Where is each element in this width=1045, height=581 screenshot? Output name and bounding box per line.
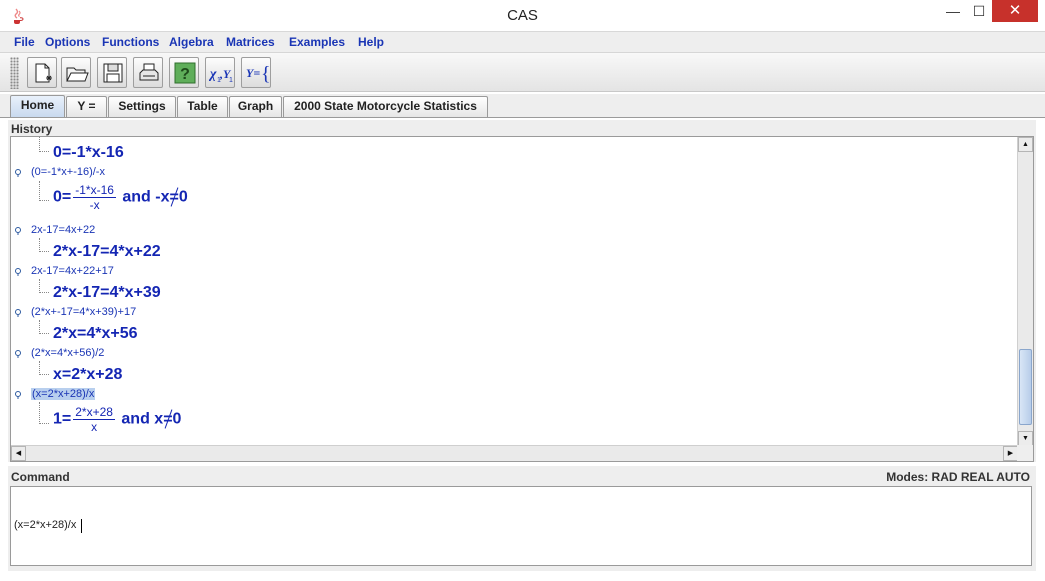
minimize-button[interactable]: —	[940, 0, 966, 22]
scroll-down-icon[interactable]: ▼	[1018, 431, 1033, 446]
history-result[interactable]: 0=-1*x-16	[53, 144, 124, 162]
tab-separator	[0, 117, 1045, 118]
tree-connector	[39, 181, 49, 201]
tab-home[interactable]: Home	[10, 95, 65, 118]
history-result[interactable]: x=2*x+28	[53, 366, 122, 384]
tree-node-icon[interactable]	[15, 169, 23, 177]
modes-status: Modes: RAD REAL AUTO	[886, 470, 1030, 484]
title-bar: CAS — ☐ ✕	[0, 0, 1045, 32]
svg-text:?: ?	[180, 66, 190, 83]
close-button[interactable]: ✕	[992, 0, 1038, 22]
history-panel: History 0=-1*x-16 (0=-1*x+-16)/-x 0= -1*x…	[8, 120, 1036, 462]
result-lhs: 1=	[53, 410, 72, 428]
history-command[interactable]: (2*x+-17=4*x+39)+17	[31, 306, 136, 318]
history-vertical-scrollbar[interactable]: ▲ ▼	[1017, 137, 1033, 446]
save-disk-icon	[103, 63, 123, 83]
command-label: Command	[11, 470, 70, 484]
result-condition: and -x	[117, 188, 170, 206]
menu-matrices[interactable]: Matrices	[226, 35, 275, 49]
result-zero: 0	[172, 410, 182, 428]
history-result-fraction[interactable]: 0= -1*x-16 -x and -x=0	[53, 183, 188, 212]
menu-file[interactable]: File	[14, 35, 35, 49]
open-button[interactable]	[61, 57, 91, 88]
menu-bar: File Options Functions Algebra Matrices …	[0, 32, 1045, 52]
scroll-left-icon[interactable]: ◀	[11, 446, 26, 461]
xy-points-button[interactable]: χ 1 ,Y 1	[205, 57, 235, 88]
svg-text:χ: χ	[209, 67, 217, 82]
history-command[interactable]: (0=-1*x+-16)/-x	[31, 166, 105, 178]
fraction: 2*x+28 x	[73, 405, 115, 434]
history-command-selected[interactable]: (x=2*x+28)/x	[31, 388, 96, 400]
svg-text:1: 1	[229, 77, 233, 84]
tree-node-icon[interactable]	[15, 268, 23, 276]
history-command[interactable]: 2x-17=4x+22+17	[31, 265, 114, 277]
tree-connector	[39, 279, 49, 293]
svg-text:Y=: Y=	[246, 66, 260, 80]
toolbar: ? χ 1 ,Y 1 Y= {	[0, 52, 1045, 92]
new-document-icon	[35, 63, 52, 83]
new-document-button[interactable]	[27, 57, 57, 88]
tree-node-icon[interactable]	[15, 350, 23, 358]
xy-points-icon: χ 1 ,Y 1	[209, 67, 233, 84]
history-command[interactable]: 2x-17=4x+22	[31, 224, 95, 236]
history-label: History	[11, 122, 53, 136]
maximize-button[interactable]: ☐	[966, 0, 992, 22]
svg-text:{: {	[261, 63, 269, 85]
tab-y-equals[interactable]: Y =	[66, 96, 107, 117]
history-result-fraction[interactable]: 1= 2*x+28 x and x=0	[53, 405, 181, 434]
print-icon	[139, 63, 159, 81]
command-input[interactable]	[14, 519, 156, 531]
tree-connector	[39, 238, 49, 252]
window-title: CAS	[507, 7, 538, 24]
scroll-right-icon[interactable]: ▶	[1003, 446, 1018, 461]
fraction-numerator: -1*x-16	[73, 183, 116, 198]
tree-node-icon[interactable]	[15, 227, 23, 235]
fraction-numerator: 2*x+28	[73, 405, 115, 420]
history-result[interactable]: 2*x=4*x+56	[53, 325, 138, 343]
menu-examples[interactable]: Examples	[289, 35, 345, 49]
tab-bar: Home Y = Settings Table Graph 2000 State…	[0, 94, 1045, 118]
tab-table[interactable]: Table	[177, 96, 228, 117]
tab-motorcycle-statistics[interactable]: 2000 State Motorcycle Statistics	[283, 96, 488, 117]
tree-connector	[39, 361, 49, 375]
result-lhs: 0=	[53, 188, 72, 206]
tree-connector	[39, 402, 49, 424]
menu-algebra[interactable]: Algebra	[169, 35, 214, 49]
tab-graph[interactable]: Graph	[229, 96, 282, 117]
y-equals-icon: Y= {	[246, 63, 269, 85]
tree-node-icon[interactable]	[15, 391, 23, 399]
fraction-denominator: x	[91, 420, 98, 434]
tree-connector	[39, 137, 49, 152]
not-equal-sign: =	[163, 410, 173, 428]
tab-settings[interactable]: Settings	[108, 96, 176, 117]
menu-help[interactable]: Help	[358, 35, 384, 49]
save-button[interactable]	[97, 57, 127, 88]
history-command[interactable]: (2*x=4*x+56)/2	[31, 347, 104, 359]
result-condition: and x	[116, 410, 164, 428]
toolbar-grip[interactable]	[10, 57, 19, 89]
scroll-up-icon[interactable]: ▲	[1018, 137, 1033, 152]
print-button[interactable]	[133, 57, 163, 88]
help-icon: ?	[174, 62, 196, 84]
menu-functions[interactable]: Functions	[102, 35, 159, 49]
help-button[interactable]: ?	[169, 57, 199, 88]
command-panel: Command Modes: RAD REAL AUTO	[8, 466, 1036, 571]
text-caret	[81, 519, 82, 533]
command-input-area[interactable]	[10, 486, 1032, 566]
open-folder-icon	[66, 67, 89, 82]
history-horizontal-scrollbar[interactable]: ◀ ▶	[11, 445, 1018, 461]
y-equals-button[interactable]: Y= {	[241, 57, 271, 88]
result-zero: 0	[178, 188, 188, 206]
tree-connector	[39, 320, 49, 334]
history-result[interactable]: 2*x-17=4*x+39	[53, 284, 161, 302]
tree-node-icon[interactable]	[15, 309, 23, 317]
history-tree[interactable]: 0=-1*x-16 (0=-1*x+-16)/-x 0= -1*x-16 -x an…	[10, 136, 1034, 462]
scrollbar-corner	[1017, 445, 1033, 461]
not-equal-sign: =	[169, 188, 179, 206]
fraction: -1*x-16 -x	[73, 183, 116, 212]
fraction-denominator: -x	[89, 198, 100, 212]
menu-options[interactable]: Options	[45, 35, 90, 49]
history-result[interactable]: 2*x-17=4*x+22	[53, 243, 161, 261]
vertical-scroll-thumb[interactable]	[1019, 349, 1032, 425]
